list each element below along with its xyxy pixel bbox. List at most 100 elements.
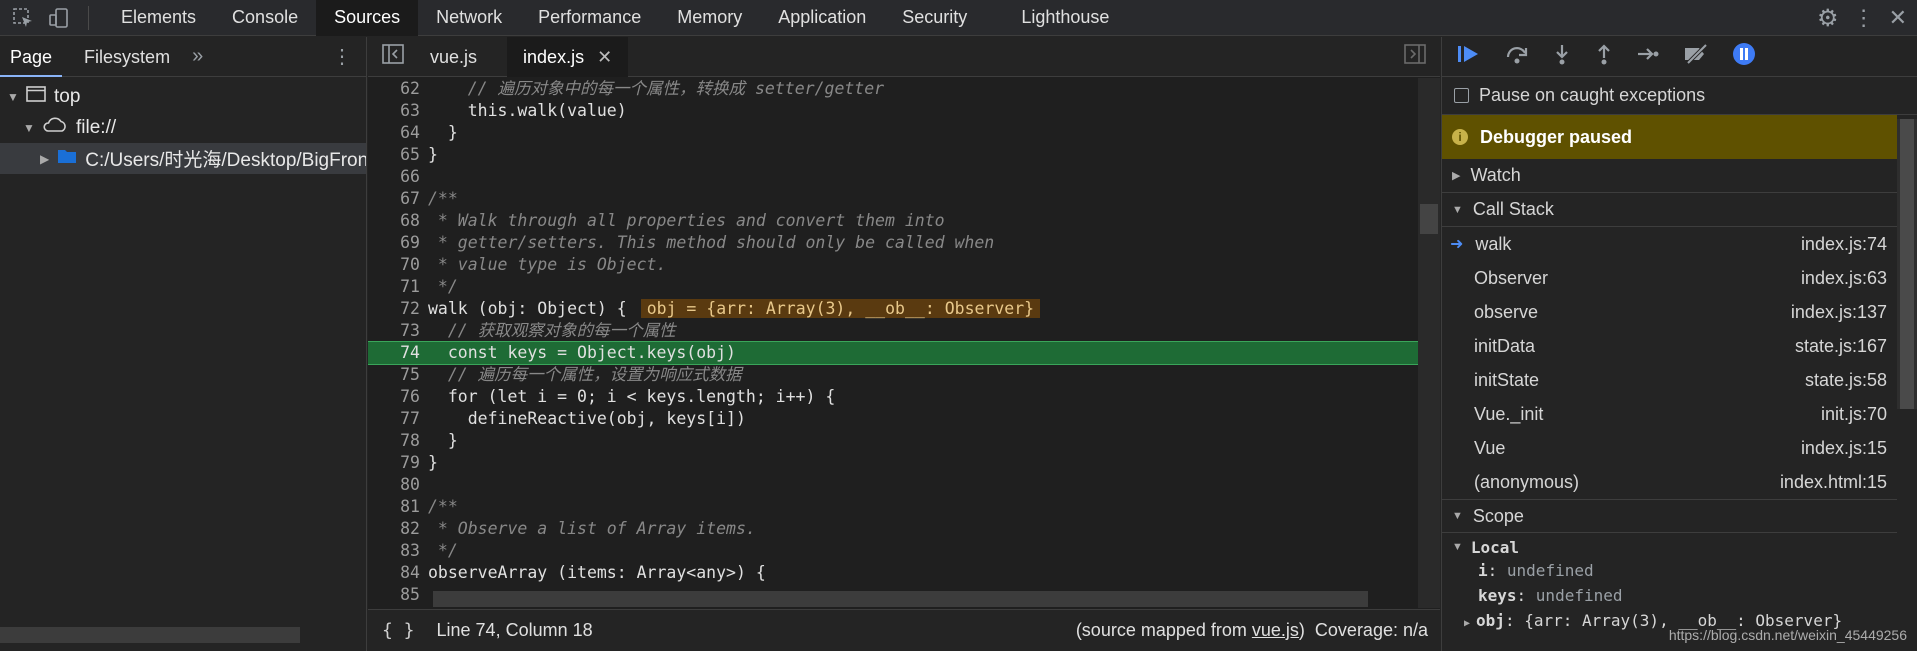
line-number[interactable]: 79	[368, 452, 428, 474]
watch-section-header[interactable]: ▶ Watch	[1442, 159, 1897, 193]
code-line[interactable]: 68 * Walk through all properties and con…	[368, 210, 1418, 232]
frame-location[interactable]: state.js:58	[1805, 370, 1887, 391]
code-line[interactable]: 70 * value type is Object.	[368, 254, 1418, 276]
line-number[interactable]: 80	[368, 474, 428, 496]
settings-gear-icon[interactable]: ⚙	[1817, 4, 1839, 33]
line-number[interactable]: 81	[368, 496, 428, 518]
scope-section-header[interactable]: ▼ Scope	[1442, 499, 1897, 533]
code-line[interactable]: 83 */	[368, 540, 1418, 562]
call-frame-row[interactable]: initState state.js:58	[1442, 363, 1897, 397]
device-toolbar-icon[interactable]	[44, 3, 74, 33]
local-scope-header[interactable]: ▼ Local	[1442, 533, 1917, 561]
code-line[interactable]: 71 */	[368, 276, 1418, 298]
line-number[interactable]: 76	[368, 386, 428, 408]
frame-location[interactable]: index.html:15	[1780, 472, 1887, 493]
frame-location[interactable]: index.js:15	[1801, 438, 1887, 459]
editor-tab-vue-js[interactable]: vue.js	[414, 37, 493, 77]
tab-lighthouse[interactable]: Lighthouse	[1003, 0, 1127, 36]
line-number[interactable]: 73	[368, 320, 428, 342]
code-line[interactable]: 82 * Observe a list of Array items.	[368, 518, 1418, 540]
line-number[interactable]: 75	[368, 364, 428, 386]
toggle-navigator-icon[interactable]	[382, 44, 404, 69]
line-number[interactable]: 69	[368, 232, 428, 254]
close-tab-icon[interactable]: ✕	[597, 47, 612, 67]
line-number[interactable]: 71	[368, 276, 428, 298]
pause-caught-exceptions-row[interactable]: Pause on caught exceptions	[1442, 77, 1917, 115]
pause-caught-checkbox[interactable]	[1454, 88, 1469, 103]
pretty-print-icon[interactable]: { }	[382, 620, 415, 641]
line-number[interactable]: 62	[368, 78, 428, 100]
line-number[interactable]: 82	[368, 518, 428, 540]
frame-location[interactable]: index.js:74	[1801, 234, 1887, 255]
code-line[interactable]: 73 // 获取观察对象的每一个属性	[368, 320, 1418, 342]
tree-node-folder[interactable]: ▶ C:/Users/时光海/Desktop/BigFron	[0, 143, 366, 174]
more-tabs-chevron-icon[interactable]: »	[192, 45, 203, 68]
tab-sources[interactable]: Sources	[316, 0, 419, 36]
code-line[interactable]: 76 for (let i = 0; i < keys.length; i++)…	[368, 386, 1418, 408]
pause-on-exceptions-icon[interactable]	[1732, 42, 1756, 72]
step-out-icon[interactable]	[1594, 43, 1614, 71]
debugger-scrollbar-thumb[interactable]	[1900, 119, 1914, 409]
code-line[interactable]: 64 }	[368, 122, 1418, 144]
editor-horizontal-scrollbar[interactable]	[433, 591, 1368, 607]
frame-location[interactable]: init.js:70	[1821, 404, 1887, 425]
more-options-icon[interactable]: ⋮	[1853, 5, 1875, 31]
line-number[interactable]: 67	[368, 188, 428, 210]
line-number[interactable]: 85	[368, 584, 428, 606]
navigator-scrollbar[interactable]	[0, 627, 300, 643]
deactivate-breakpoints-icon[interactable]	[1682, 43, 1710, 71]
code-area[interactable]: 62 // 遍历对象中的每一个属性，转换成 setter/getter 63 t…	[368, 78, 1418, 608]
tab-filesystem[interactable]: Filesystem	[74, 37, 180, 77]
navigator-menu-icon[interactable]: ⋮	[332, 44, 352, 69]
code-line[interactable]: 79}	[368, 452, 1418, 474]
tab-network[interactable]: Network	[418, 0, 520, 36]
tab-security[interactable]: Security	[884, 0, 985, 36]
line-number[interactable]: 77	[368, 408, 428, 430]
step-icon[interactable]	[1636, 43, 1660, 71]
code-line[interactable]: 66	[368, 166, 1418, 188]
call-stack-section-header[interactable]: ▼ Call Stack	[1442, 193, 1897, 227]
call-frame-row[interactable]: ➜ walk index.js:74	[1442, 227, 1897, 261]
inspect-element-icon[interactable]	[8, 3, 38, 33]
code-line[interactable]: 77 defineReactive(obj, keys[i])	[368, 408, 1418, 430]
line-number[interactable]: 83	[368, 540, 428, 562]
line-number[interactable]: 70	[368, 254, 428, 276]
line-number[interactable]: 78	[368, 430, 428, 452]
line-number[interactable]: 72	[368, 298, 428, 320]
step-into-icon[interactable]	[1552, 43, 1572, 71]
code-line[interactable]: 80	[368, 474, 1418, 496]
code-line[interactable]: 67/**	[368, 188, 1418, 210]
tab-console[interactable]: Console	[214, 0, 316, 36]
toggle-debugger-icon[interactable]	[1404, 44, 1426, 69]
code-line[interactable]: 84 observeArray (items: Array<any>) {	[368, 562, 1418, 584]
scope-variable[interactable]: keys: undefined	[1442, 586, 1917, 611]
collapsed-triangle-icon[interactable]: ▶	[1464, 618, 1470, 629]
editor-scroll-thumb[interactable]	[1420, 204, 1438, 234]
line-number[interactable]: 66	[368, 166, 428, 188]
step-over-icon[interactable]	[1504, 43, 1530, 71]
code-line[interactable]: 69 * getter/setters. This method should …	[368, 232, 1418, 254]
source-mapped-link[interactable]: vue.js	[1252, 620, 1299, 640]
expand-triangle-icon[interactable]: ▼	[6, 90, 20, 104]
line-number[interactable]: 74	[368, 342, 428, 364]
code-line[interactable]: 75 // 遍历每一个属性，设置为响应式数据	[368, 364, 1418, 386]
call-frame-row[interactable]: Vue._init init.js:70	[1442, 397, 1897, 431]
frame-location[interactable]: index.js:63	[1801, 268, 1887, 289]
editor-tab-index-js[interactable]: index.js ✕	[507, 36, 629, 77]
expand-triangle-icon[interactable]: ▼	[22, 121, 36, 135]
code-line[interactable]: 62 // 遍历对象中的每一个属性，转换成 setter/getter	[368, 78, 1418, 100]
tab-page[interactable]: Page	[0, 37, 63, 77]
tree-node-file[interactable]: ▼ file://	[0, 112, 366, 143]
editor-vertical-scrollbar[interactable]	[1418, 78, 1440, 608]
tab-application[interactable]: Application	[760, 0, 884, 36]
line-number[interactable]: 64	[368, 122, 428, 144]
tree-node-top[interactable]: ▼ top	[0, 81, 366, 112]
resume-icon[interactable]	[1456, 43, 1482, 71]
code-line[interactable]: 81/**	[368, 496, 1418, 518]
call-frame-row[interactable]: (anonymous) index.html:15	[1442, 465, 1897, 499]
collapsed-triangle-icon[interactable]: ▶	[40, 152, 49, 166]
tab-elements[interactable]: Elements	[103, 0, 214, 36]
line-number[interactable]: 65	[368, 144, 428, 166]
code-line[interactable]: 72 walk (obj: Object) {obj = {arr: Array(…	[368, 298, 1418, 320]
current-execution-line[interactable]: 74 const keys = Object.keys(obj)	[368, 341, 1418, 365]
